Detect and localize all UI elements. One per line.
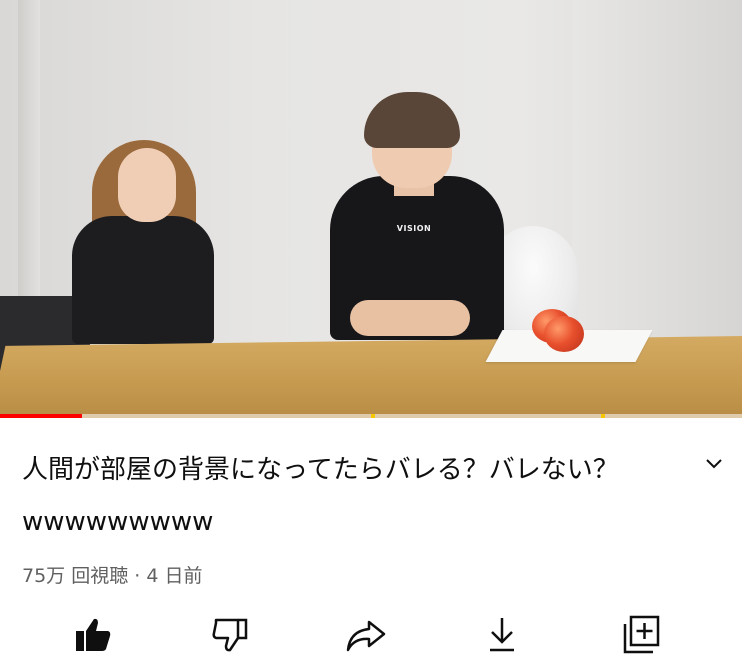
share-button[interactable]: [342, 614, 390, 654]
upload-age: 4 日前: [146, 565, 203, 587]
ad-marker: [601, 414, 605, 418]
like-icon: [76, 618, 111, 651]
ad-marker: [371, 414, 375, 418]
person-right-hands: [350, 300, 470, 336]
video-title[interactable]: 人間が部屋の背景になってたらバレる？バレない？wwwwwwwww: [22, 444, 682, 548]
view-count: 75万 回視聴: [22, 565, 129, 587]
save-button[interactable]: [616, 614, 664, 654]
save-icon: [623, 615, 660, 654]
video-player[interactable]: VISION: [0, 0, 742, 418]
dislike-button[interactable]: [206, 614, 254, 654]
download-button[interactable]: [478, 614, 526, 654]
share-icon: [346, 620, 386, 652]
person-left-face: [118, 148, 176, 222]
dislike-icon: [212, 618, 248, 652]
wall-corner: [18, 0, 40, 300]
like-button[interactable]: [68, 614, 116, 654]
shirt-print: VISION: [396, 224, 432, 233]
download-icon: [490, 618, 514, 652]
action-bar: [0, 614, 742, 654]
video-metadata: 75万 回視聴 · 4 日前: [22, 561, 203, 588]
expand-button[interactable]: [698, 448, 730, 480]
meta-separator: ·: [134, 565, 141, 587]
chevron-down-icon: [706, 459, 722, 469]
progress-fill: [0, 414, 82, 418]
apple: [544, 316, 584, 352]
person-left-body: [72, 216, 214, 344]
progress-bar[interactable]: [0, 414, 742, 418]
person-right-hair: [364, 92, 460, 148]
